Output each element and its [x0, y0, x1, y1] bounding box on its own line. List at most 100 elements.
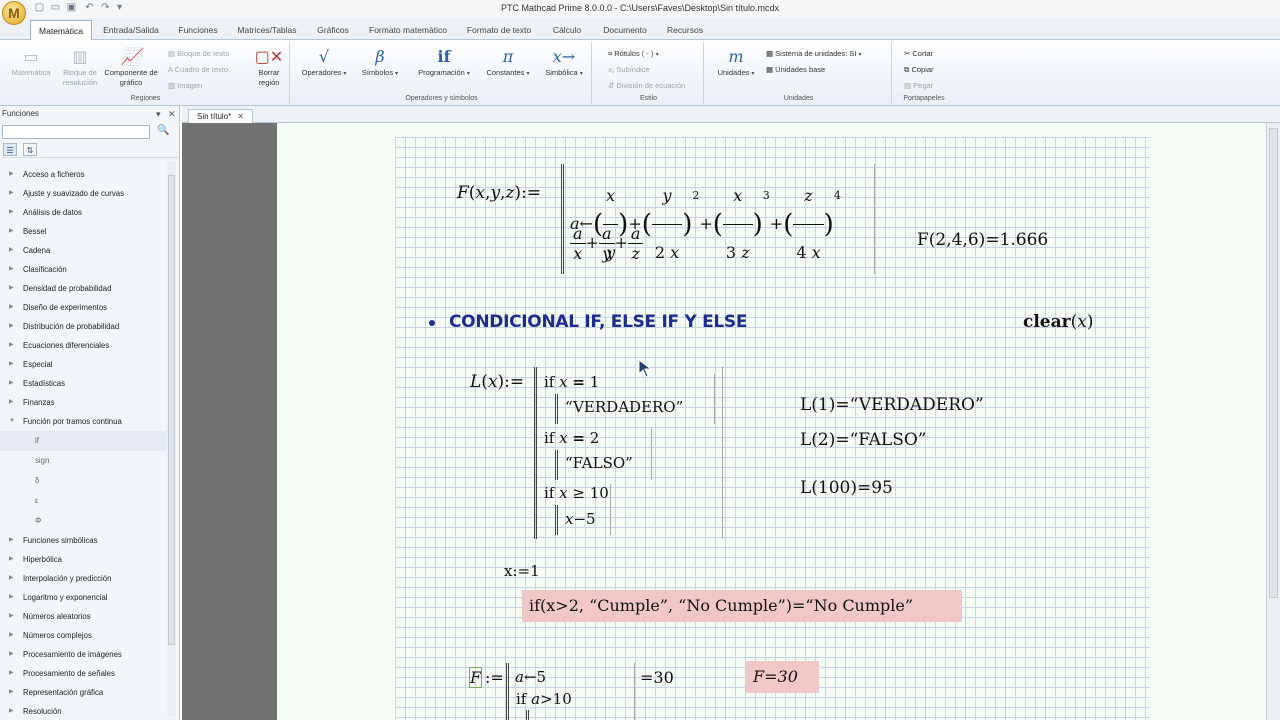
tab-documento[interactable]: Documento — [596, 20, 654, 40]
L-if-3[interactable]: if x ≥ 10 — [544, 484, 609, 502]
category-item[interactable]: ▶ Especial — [0, 355, 166, 374]
category-item[interactable]: ▶ Finanzas — [0, 393, 166, 412]
F-result[interactable]: F(2,4,6)=1.666 — [917, 230, 1048, 250]
expand-right-icon[interactable]: ▶ — [9, 184, 14, 203]
expand-right-icon[interactable]: ▶ — [9, 374, 14, 393]
category-item[interactable]: ▶ Procesamiento de imágenes — [0, 645, 166, 664]
category-item[interactable]: ▶ Ecuaciones diferenciales — [0, 336, 166, 355]
F2-line-a[interactable]: a←5 — [515, 668, 546, 686]
category-item[interactable]: ▶ Números aleatorios — [0, 607, 166, 626]
category-item[interactable]: ▶ Ajuste y suavizado de curvas — [0, 184, 166, 203]
category-item[interactable]: ▶ Hiperbólica — [0, 550, 166, 569]
category-item[interactable]: ▼ Función por tramos continua — [0, 412, 166, 431]
operadores-button[interactable]: √ Operadores ▾ — [298, 48, 350, 79]
functions-search-input[interactable] — [2, 125, 150, 139]
tab-matrices-tablas[interactable]: Matrices/Tablas — [232, 20, 302, 40]
programacion-button[interactable]: if Programación ▾ — [412, 48, 476, 79]
expand-right-icon[interactable]: ▶ — [9, 569, 14, 588]
L-return-x-minus-5[interactable]: x−5 — [565, 510, 596, 528]
list-view-icon[interactable]: ☰ — [3, 143, 17, 156]
expand-down-icon[interactable]: ▼ — [9, 412, 15, 431]
function-item[interactable]: δ — [0, 471, 166, 491]
F-definition-lhs[interactable]: F(x,y,z):= — [457, 183, 541, 203]
x-assignment[interactable]: x:=1 — [504, 562, 540, 580]
L100-result[interactable]: L(100)=95 — [800, 478, 893, 498]
F-program-name[interactable]: F — [468, 667, 483, 688]
clear-x-expression[interactable]: clear(x) — [1023, 312, 1093, 332]
F-program-assign[interactable]: := — [485, 668, 504, 687]
unidades-base-button[interactable]: ▦ Unidades base — [766, 65, 825, 74]
function-item[interactable]: ε — [0, 491, 166, 511]
category-item[interactable]: ▶ Clasificación — [0, 260, 166, 279]
expand-right-icon[interactable]: ▶ — [9, 550, 14, 569]
bloque-texto-button[interactable]: ▤ Bloque de texto — [168, 49, 229, 58]
L-if-2[interactable]: if x = 2 — [544, 429, 599, 447]
simbolos-button[interactable]: β Símbolos ▾ — [354, 48, 406, 79]
category-item[interactable]: ▶ Distribución de probabilidad — [0, 317, 166, 336]
constantes-button[interactable]: π Constantes ▾ — [482, 48, 534, 79]
category-item[interactable]: ▶ Funciones simbólicas — [0, 531, 166, 550]
F-line-return[interactable]: a x + a y + a z — [570, 224, 644, 263]
section-heading[interactable]: CONDICIONAL IF, ELSE IF Y ELSE — [449, 312, 747, 332]
expand-right-icon[interactable]: ▶ — [9, 317, 14, 336]
componente-grafico-button[interactable]: 📈 Componente de gráfico — [104, 48, 158, 88]
panel-menu-icon[interactable]: ▾ — [156, 109, 161, 120]
tab-formato-matematico[interactable]: Formato matemático — [364, 20, 452, 40]
panel-close-icon[interactable]: ✕ — [168, 109, 176, 120]
bloque-resolucion-button[interactable]: ▥ Bloque de resolución — [56, 48, 104, 88]
document-tab[interactable]: Sin título* ✕ — [188, 109, 253, 123]
expand-right-icon[interactable]: ▶ — [9, 260, 14, 279]
category-item[interactable]: ▶ Representación gráfica — [0, 683, 166, 702]
panel-scrollbar[interactable] — [167, 161, 176, 716]
if-function-expression[interactable]: if(x>2, “Cumple”, “No Cumple”)=“No Cumpl… — [529, 596, 913, 615]
function-item[interactable]: Φ — [0, 511, 166, 531]
expand-right-icon[interactable]: ▶ — [9, 279, 14, 298]
worksheet-scroll-thumb[interactable] — [1269, 128, 1278, 598]
simbolica-button[interactable]: x→ Simbólica ▾ — [538, 48, 590, 79]
F2-result[interactable]: F=30 — [753, 667, 798, 686]
close-tab-icon[interactable]: ✕ — [237, 112, 244, 121]
matematica-button[interactable]: ▭ Matemática — [8, 48, 54, 78]
expand-right-icon[interactable]: ▶ — [9, 531, 14, 550]
L-return-falso[interactable]: “FALSO” — [565, 454, 633, 472]
sort-az-icon[interactable]: ⇅ — [23, 143, 37, 156]
tab-entrada-salida[interactable]: Entrada/Salida — [98, 20, 164, 40]
category-item[interactable]: ▶ Bessel — [0, 222, 166, 241]
cuadro-texto-button[interactable]: A Cuadro de texto — [168, 65, 228, 74]
unidades-button[interactable]: m Unidades ▾ — [710, 48, 762, 79]
expand-right-icon[interactable]: ▶ — [9, 645, 14, 664]
mathcad-logo-icon[interactable]: M — [2, 1, 26, 25]
tab-graficos[interactable]: Gráficos — [310, 20, 356, 40]
tab-matematica[interactable]: Matemática — [30, 20, 92, 40]
borrar-region-button[interactable]: ▢✕ Borrar región — [252, 48, 286, 88]
category-item[interactable]: ▶ Interpolación y predicción — [0, 569, 166, 588]
tab-calculo[interactable]: Cálculo — [546, 20, 588, 40]
L-definition-lhs[interactable]: L(x):= — [470, 372, 524, 392]
copiar-button[interactable]: ⧉ Copiar — [904, 65, 934, 75]
category-item[interactable]: ▶ Densidad de probabilidad — [0, 279, 166, 298]
category-item[interactable]: ▶ Diseño de experimentos — [0, 298, 166, 317]
category-item[interactable]: ▶ Números complejos — [0, 626, 166, 645]
F2-evaluation[interactable]: =30 — [640, 668, 674, 687]
sistema-unidades-dropdown[interactable]: ▦ Sistema de unidades: SI ▾ — [766, 49, 862, 58]
expand-right-icon[interactable]: ▶ — [9, 393, 14, 412]
expand-right-icon[interactable]: ▶ — [9, 336, 14, 355]
expand-right-icon[interactable]: ▶ — [9, 241, 14, 260]
F2-if-line[interactable]: if a>10 — [516, 690, 572, 708]
function-item[interactable]: if — [0, 431, 166, 451]
F-line-a[interactable]: a←(x y)+(y 2 x)2+(x 3 z)3+(z 4 x)4 — [570, 168, 841, 262]
category-item[interactable]: ▶ Cadena — [0, 241, 166, 260]
expand-right-icon[interactable]: ▶ — [9, 702, 14, 720]
L-if-1[interactable]: if x = 1 — [544, 373, 599, 391]
expand-right-icon[interactable]: ▶ — [9, 355, 14, 374]
expand-right-icon[interactable]: ▶ — [9, 165, 14, 184]
tab-recursos[interactable]: Recursos — [662, 20, 708, 40]
expand-right-icon[interactable]: ▶ — [9, 298, 14, 317]
expand-right-icon[interactable]: ▶ — [9, 664, 14, 683]
expand-right-icon[interactable]: ▶ — [9, 588, 14, 607]
function-item[interactable]: sign — [0, 451, 166, 471]
category-item[interactable]: ▶ Procesamiento de señales — [0, 664, 166, 683]
worksheet-scrollbar[interactable] — [1266, 123, 1280, 720]
expand-right-icon[interactable]: ▶ — [9, 626, 14, 645]
rotulos-dropdown[interactable]: ¤ Rótulos ( - ) ▾ — [608, 49, 659, 58]
